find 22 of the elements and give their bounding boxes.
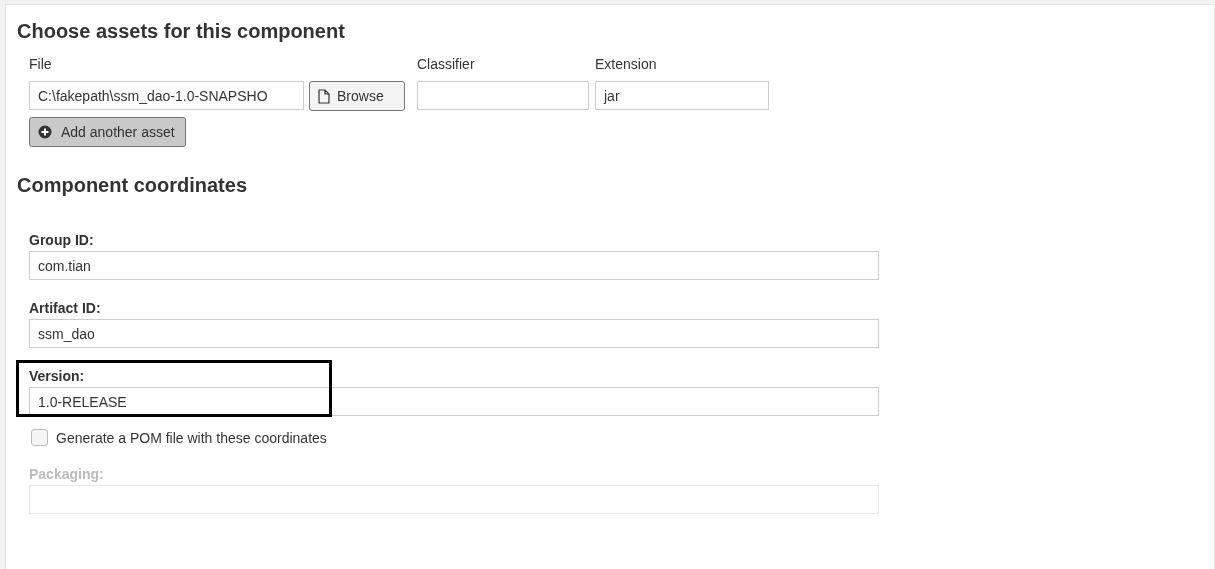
- add-asset-button[interactable]: Add another asset: [29, 117, 186, 147]
- section-title: Component coordinates: [17, 173, 248, 196]
- classifier-field[interactable]: [417, 81, 589, 110]
- text-field[interactable]: com.tian: [29, 251, 879, 280]
- column-label: File: [29, 56, 52, 72]
- field-label: Packaging:: [29, 466, 105, 482]
- file-field[interactable]: C:\fakepath\ssm_dao-1.0-SNAPSHO: [29, 81, 304, 110]
- plus-icon: [38, 125, 52, 139]
- field-label: Group ID:: [29, 232, 95, 248]
- packaging-field[interactable]: [29, 485, 879, 514]
- column-label: Extension: [595, 56, 657, 72]
- column-label: Classifier: [417, 56, 475, 72]
- field-label: Version:: [29, 368, 86, 384]
- text-field[interactable]: 1.0-RELEASE: [29, 387, 879, 416]
- field-label: Artifact ID:: [29, 300, 102, 316]
- browse-button[interactable]: Browse: [309, 81, 405, 111]
- checkbox-label: Generate a POM file with these coordinates: [56, 429, 327, 446]
- file-icon: [318, 88, 330, 104]
- checkbox[interactable]: [31, 429, 48, 446]
- text-field[interactable]: ssm_dao: [29, 319, 879, 348]
- extension-field[interactable]: jar: [595, 81, 769, 110]
- section-title: Choose assets for this component: [17, 19, 346, 42]
